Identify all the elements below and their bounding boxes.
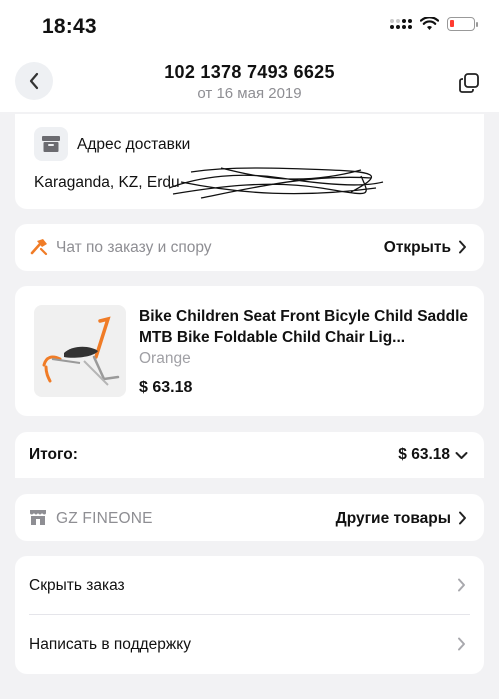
redaction-scribble — [168, 167, 384, 199]
copy-icon[interactable] — [457, 71, 481, 95]
hide-order-label: Скрыть заказ — [29, 577, 125, 594]
product-variant: Orange — [139, 350, 191, 367]
order-number: 102 1378 7493 6625 — [164, 62, 335, 82]
status-bar: 18:43 — [0, 0, 499, 54]
status-icons — [390, 17, 478, 31]
store-row[interactable]: GZ FINEONE Другие товары — [15, 494, 484, 541]
product-image[interactable] — [34, 305, 126, 397]
order-actions-menu: Скрыть заказ Написать в поддержку — [15, 556, 484, 674]
hammer-icon — [30, 239, 48, 256]
address-line: Karaganda, KZ, Erdu — [34, 174, 180, 191]
wifi-icon — [420, 17, 439, 30]
status-time: 18:43 — [42, 15, 97, 38]
open-chat-button[interactable]: Открыть — [384, 239, 451, 257]
store-icon — [30, 510, 46, 525]
contact-support-label: Написать в поддержку — [29, 636, 191, 653]
other-products-button[interactable]: Другие товары — [336, 510, 451, 528]
order-header: 102 1378 7493 6625 от 16 мая 2019 — [0, 54, 499, 112]
chevron-right-icon — [458, 637, 465, 651]
total-value: $ 63.18 — [398, 446, 450, 463]
order-total-row[interactable]: Итого: $ 63.18 — [15, 432, 484, 478]
hide-order-item[interactable]: Скрыть заказ — [15, 556, 484, 615]
product-item[interactable]: Bike Children Seat Front Bicyle Child Sa… — [15, 286, 484, 416]
cellular-signal-icon — [390, 19, 412, 29]
product-title[interactable]: Bike Children Seat Front Bicyle Child Sa… — [139, 306, 469, 348]
total-label: Итого: — [29, 446, 78, 463]
battery-icon — [447, 17, 478, 31]
contact-support-item[interactable]: Написать в поддержку — [15, 615, 484, 674]
chevron-down-icon[interactable] — [455, 451, 468, 460]
store-name[interactable]: GZ FINEONE — [56, 510, 153, 528]
archive-box-icon — [34, 127, 68, 161]
chevron-right-icon — [459, 240, 466, 254]
order-chat-row[interactable]: Чат по заказу и спору Открыть — [15, 224, 484, 271]
product-price: $ 63.18 — [139, 379, 193, 396]
chevron-right-icon — [458, 578, 465, 592]
address-title: Адрес доставки — [77, 136, 191, 153]
order-date: от 16 мая 2019 — [197, 85, 302, 102]
chevron-right-icon — [459, 511, 466, 525]
chat-label: Чат по заказу и спору — [56, 239, 212, 256]
delivery-address-card: Адрес доставки Karaganda, KZ, Erdu — [15, 114, 484, 209]
